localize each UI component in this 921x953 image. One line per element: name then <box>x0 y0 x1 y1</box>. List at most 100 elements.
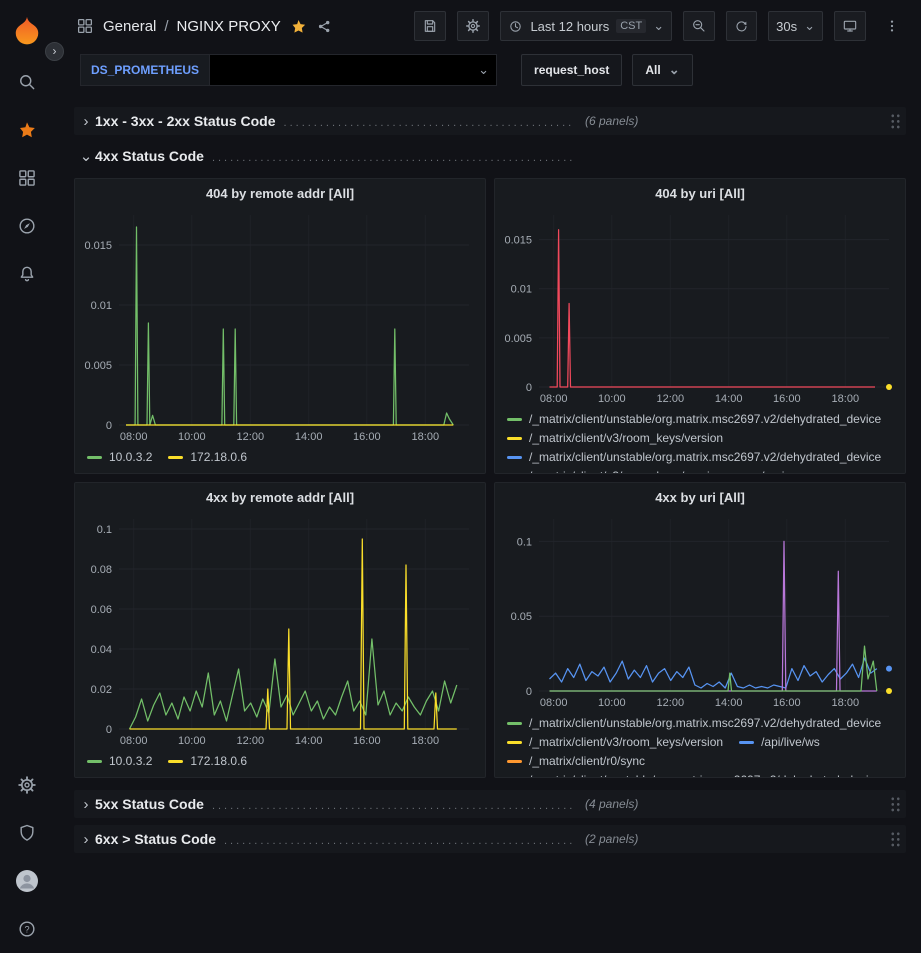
legend-item[interactable]: /_matrix/client/v3/room_keys/version <box>507 467 723 474</box>
datasource-select[interactable]: ⌄ <box>209 54 497 86</box>
row-header-1xx-3xx-2xx[interactable]: › 1xx - 3xx - 2xx Status Code ..........… <box>74 107 906 135</box>
tv-mode-button[interactable] <box>834 11 866 41</box>
legend-label: /_matrix/client/v3/room_keys/version <box>529 467 723 474</box>
legend-swatch-icon <box>507 741 522 744</box>
svg-text:08:00: 08:00 <box>540 393 568 405</box>
legend-label: /_matrix/client/unstable/org.matrix.msc2… <box>529 714 881 733</box>
zoom-out-button[interactable] <box>683 11 715 41</box>
search-button[interactable] <box>0 58 54 106</box>
row-drag-handle[interactable] <box>890 113 901 130</box>
row-header-5xx[interactable]: › 5xx Status Code ......................… <box>74 790 906 818</box>
timezone-badge: CST <box>616 19 646 33</box>
explore-button[interactable] <box>0 202 54 250</box>
help-button[interactable]: ? <box>0 905 54 953</box>
panel-title[interactable]: 404 by remote addr [All] <box>75 179 485 207</box>
panel-4xx-by-uri: 4xx by uri [All] 08:0010:0012:0014:0016:… <box>494 482 906 778</box>
legend-label: /_matrix/client/unstable/org.matrix.msc2… <box>529 448 881 467</box>
svg-text:16:00: 16:00 <box>773 697 801 709</box>
row-leader-dots: ........................................… <box>224 835 573 847</box>
dashboards-button[interactable] <box>0 154 54 202</box>
datasource-variable-label: DS_PROMETHEUS <box>80 54 209 86</box>
chevron-right-icon: › <box>77 831 95 848</box>
svg-text:10:00: 10:00 <box>178 431 206 443</box>
legend-label: 10.0.3.2 <box>109 448 152 467</box>
svg-text:0.08: 0.08 <box>91 564 112 576</box>
row-panel-count: (2 panels) <box>585 832 638 846</box>
refresh-interval-select[interactable]: 30s ⌄ <box>768 11 823 41</box>
legend-swatch-icon <box>87 760 102 763</box>
svg-text:18:00: 18:00 <box>832 697 860 709</box>
starred-button[interactable] <box>0 106 54 154</box>
request-host-select[interactable]: All ⌄ <box>632 54 692 86</box>
legend-item[interactable]: 172.18.0.6 <box>168 752 247 771</box>
variables-bar: DS_PROMETHEUS ⌄ request_host All ⌄ <box>54 52 921 96</box>
refresh-button[interactable] <box>726 11 757 41</box>
sidebar-expand-button[interactable]: › <box>45 42 64 61</box>
favorite-star-icon[interactable] <box>290 18 307 35</box>
svg-text:0.015: 0.015 <box>84 240 112 252</box>
row-header-6xx[interactable]: › 6xx > Status Code ....................… <box>74 825 906 853</box>
legend-item[interactable]: /sw.js <box>739 467 790 474</box>
timeseries-chart[interactable]: 08:0010:0012:0014:0016:0018:0000.020.040… <box>79 511 481 749</box>
legend-item[interactable]: /_matrix/client/v3/room_keys/version <box>507 733 723 752</box>
legend-item[interactable]: /_matrix/client/r0/sync <box>507 752 645 771</box>
main-area: General / NGINX PROXY <box>54 0 921 953</box>
time-range-picker[interactable]: Last 12 hours CST ⌄ <box>500 11 672 41</box>
svg-text:14:00: 14:00 <box>295 431 323 443</box>
profile-avatar[interactable] <box>0 857 54 905</box>
row-header-4xx[interactable]: ⌄ 4xx Status Code ......................… <box>74 142 906 170</box>
more-menu-button[interactable] <box>877 11 907 41</box>
row-drag-handle[interactable] <box>890 831 901 848</box>
request-host-variable-label: request_host <box>521 54 622 86</box>
grafana-logo[interactable] <box>12 10 42 50</box>
svg-text:16:00: 16:00 <box>353 431 381 443</box>
settings-button[interactable] <box>0 761 54 809</box>
alerting-button[interactable] <box>0 250 54 298</box>
legend-item[interactable]: 10.0.3.2 <box>87 448 152 467</box>
breadcrumb-folder[interactable]: General <box>103 18 156 35</box>
datasource-variable: DS_PROMETHEUS ⌄ <box>80 54 497 86</box>
dashboards-grid-icon <box>17 168 37 188</box>
panel-title[interactable]: 4xx by uri [All] <box>495 483 905 511</box>
legend-swatch-icon <box>168 456 183 459</box>
avatar-icon <box>15 869 39 893</box>
legend-item[interactable]: 10.0.3.2 <box>87 752 152 771</box>
row-drag-handle[interactable] <box>890 796 901 813</box>
legend-item[interactable]: /api/live/ws <box>739 733 820 752</box>
timeseries-chart[interactable]: 08:0010:0012:0014:0016:0018:0000.050.1 <box>499 511 901 711</box>
svg-text:16:00: 16:00 <box>353 735 381 747</box>
svg-text:14:00: 14:00 <box>715 697 743 709</box>
legend-item[interactable]: /_matrix/client/unstable/org.matrix.msc2… <box>507 410 881 429</box>
dashboard-content: › 1xx - 3xx - 2xx Status Code ..........… <box>54 96 921 953</box>
server-admin-button[interactable] <box>0 809 54 857</box>
chevron-down-icon: ⌄ <box>653 21 664 31</box>
timeseries-chart[interactable]: 08:0010:0012:0014:0016:0018:0000.0050.01… <box>499 207 901 407</box>
panel-title[interactable]: 404 by uri [All] <box>495 179 905 207</box>
chevron-down-icon: ⌄ <box>77 147 95 165</box>
chevron-down-icon: ⌄ <box>669 65 680 75</box>
svg-text:14:00: 14:00 <box>715 393 743 405</box>
svg-text:?: ? <box>24 924 29 934</box>
share-icon[interactable] <box>316 18 333 35</box>
legend-item[interactable]: /_matrix/client/unstable/org.matrix.msc2… <box>507 771 881 778</box>
legend-item[interactable]: /_matrix/client/v3/room_keys/version <box>507 429 723 448</box>
grafana-app: › <box>0 0 921 953</box>
svg-text:0: 0 <box>526 686 532 698</box>
timeseries-chart[interactable]: 08:0010:0012:0014:0016:0018:0000.0050.01… <box>79 207 481 445</box>
top-bar: General / NGINX PROXY <box>54 0 921 52</box>
legend-item[interactable]: /_matrix/client/unstable/org.matrix.msc2… <box>507 714 881 733</box>
dashboard-title[interactable]: NGINX PROXY <box>177 18 281 35</box>
legend-item[interactable]: 172.18.0.6 <box>168 448 247 467</box>
panel-title[interactable]: 4xx by remote addr [All] <box>75 483 485 511</box>
dashboard-settings-button[interactable] <box>457 11 489 41</box>
legend-label: /_matrix/client/unstable/org.matrix.msc2… <box>529 410 881 429</box>
chevron-right-icon: › <box>77 113 95 130</box>
legend-item[interactable]: /_matrix/client/unstable/org.matrix.msc2… <box>507 448 881 467</box>
legend-swatch-icon <box>507 456 522 459</box>
svg-text:12:00: 12:00 <box>657 393 685 405</box>
svg-text:10:00: 10:00 <box>598 697 626 709</box>
legend-label: /_matrix/client/v3/room_keys/version <box>529 733 723 752</box>
svg-text:08:00: 08:00 <box>540 697 568 709</box>
save-dashboard-button[interactable] <box>414 11 446 41</box>
svg-text:0.02: 0.02 <box>91 684 112 696</box>
